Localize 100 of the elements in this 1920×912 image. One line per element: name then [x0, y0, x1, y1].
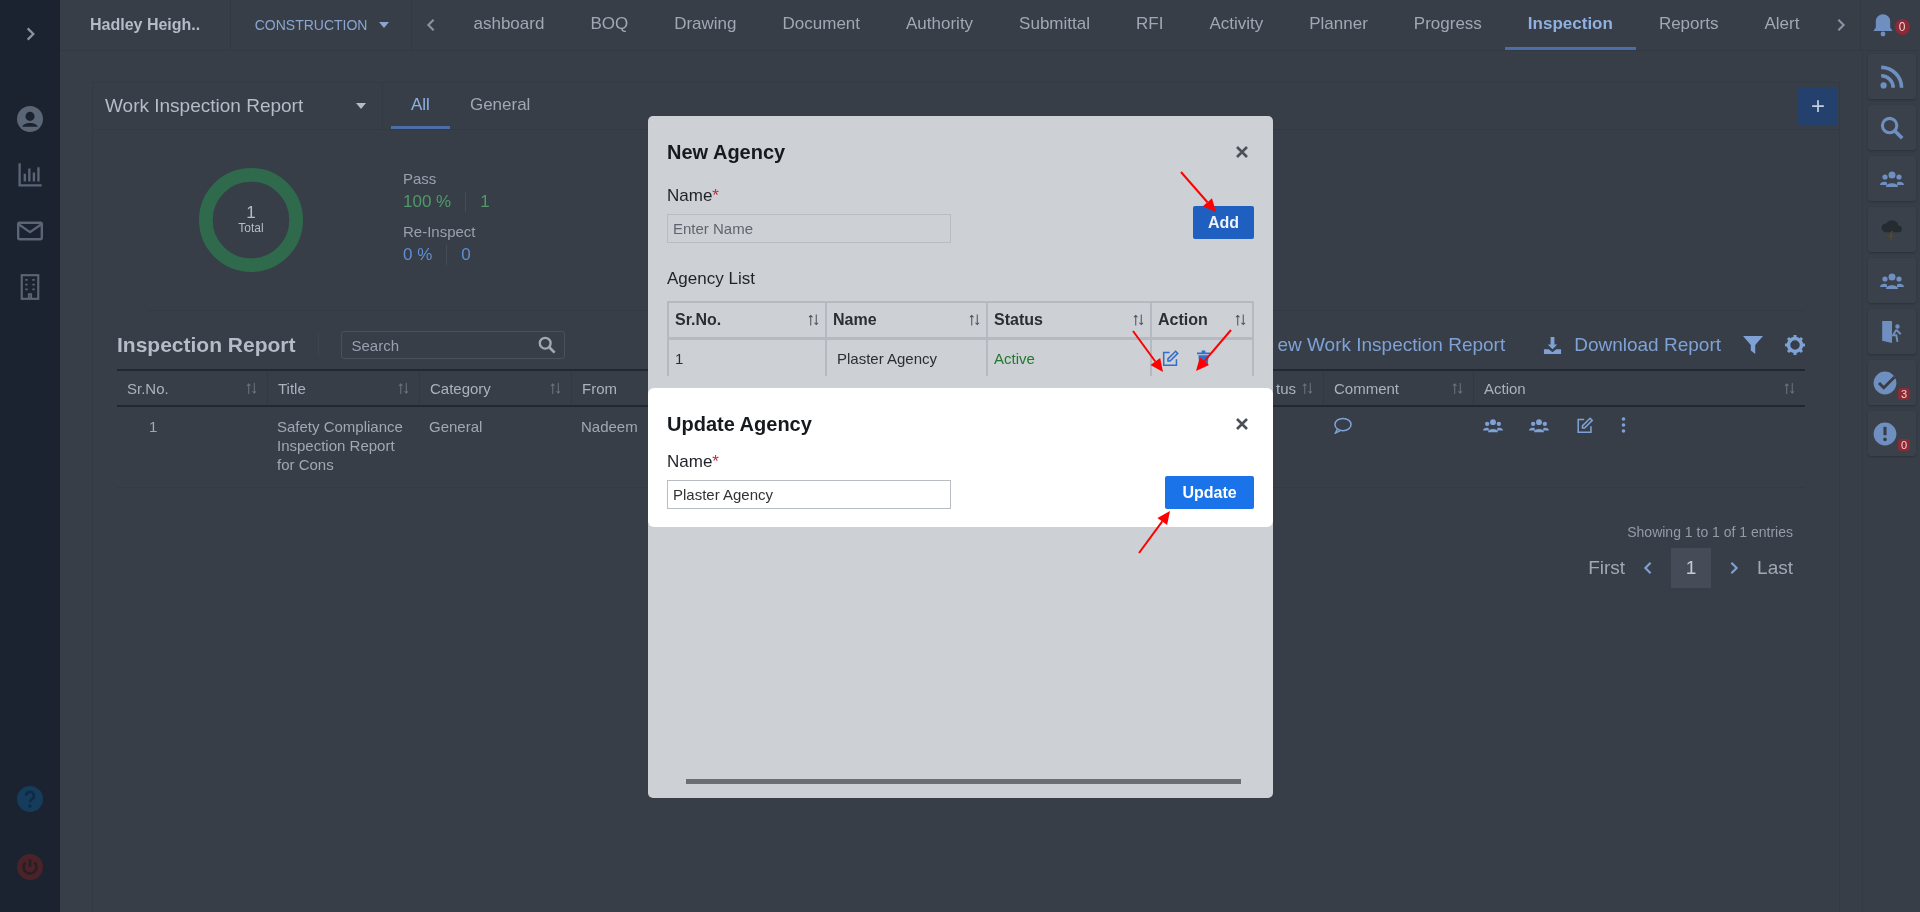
- caret-icon: [379, 22, 390, 28]
- nav-tab[interactable]: Inspection: [1504, 0, 1636, 50]
- add-button[interactable]: +: [1798, 87, 1838, 125]
- annotation-arrow: [1180, 171, 1216, 212]
- users-icon[interactable]: [1483, 417, 1503, 434]
- field-label: Name: [667, 186, 713, 205]
- table-cell: Plaster Agency: [837, 349, 938, 367]
- rail-button[interactable]: [1867, 156, 1916, 201]
- sort-icon[interactable]: [246, 381, 257, 395]
- rail-button[interactable]: [1867, 309, 1916, 354]
- column-header: Category: [430, 379, 491, 397]
- nav-tab[interactable]: Document: [759, 0, 883, 50]
- name-field[interactable]: Enter Name: [667, 214, 951, 243]
- bell-icon[interactable]: [1871, 13, 1894, 37]
- nav-tab[interactable]: Progress: [1390, 0, 1505, 50]
- download-link[interactable]: Download Report: [1574, 334, 1721, 356]
- annotation-arrow: [1196, 329, 1232, 371]
- scrollbar[interactable]: [686, 779, 1241, 784]
- count-badge: 0: [1894, 19, 1910, 35]
- download-icon[interactable]: [1543, 335, 1563, 355]
- settings-icon[interactable]: [1785, 335, 1805, 355]
- speech-bubble-icon[interactable]: [1333, 417, 1353, 434]
- edit-icon[interactable]: [1575, 417, 1595, 434]
- rss-icon[interactable]: [1879, 64, 1904, 89]
- field-label: Name: [667, 452, 713, 471]
- stat-percent: 100 %: [403, 191, 467, 212]
- user-icon[interactable]: [17, 106, 43, 132]
- sort-icon[interactable]: [1784, 381, 1795, 395]
- check-circle-icon[interactable]: [1872, 370, 1897, 395]
- sort-icon[interactable]: [398, 381, 409, 395]
- page-button[interactable]: 1: [1671, 548, 1712, 588]
- new-report-link[interactable]: ew Work Inspection Report: [1277, 334, 1506, 356]
- column-header: Status: [994, 311, 1043, 329]
- filter-tab[interactable]: All: [391, 83, 450, 129]
- section-title: Inspection Report: [117, 333, 319, 357]
- entries-summary: Showing 1 to 1 of 1 entries: [1627, 524, 1793, 540]
- search-input[interactable]: Search: [349, 335, 534, 355]
- table-cell: General: [429, 418, 483, 435]
- column-header: Name: [833, 311, 877, 329]
- sort-icon[interactable]: [550, 381, 561, 395]
- module-dropdown[interactable]: CONSTRUCTION: [229, 0, 413, 50]
- column-header: Action: [1158, 311, 1208, 329]
- close-icon[interactable]: [1236, 418, 1248, 430]
- list-title: Agency List: [667, 269, 756, 289]
- table-cell-text: Safety Compliance Inspection Report for Cons: [277, 417, 404, 474]
- door-exit-icon[interactable]: [1879, 319, 1904, 344]
- table-cell: 1: [675, 349, 684, 367]
- status-text: Active: [994, 349, 1035, 367]
- stat-count: 1: [479, 191, 490, 212]
- stat-label: Re-Inspect: [403, 222, 477, 240]
- dialog-title: New Agency: [667, 140, 786, 164]
- stat-percent: 0 %: [403, 244, 448, 265]
- rail-button[interactable]: [1867, 54, 1916, 99]
- nav-tab[interactable]: Authority: [883, 0, 997, 50]
- sort-icon[interactable]: [969, 313, 980, 327]
- search-icon[interactable]: [1879, 115, 1904, 140]
- nav-tab[interactable]: Reports: [1635, 0, 1742, 50]
- sort-icon[interactable]: [1452, 381, 1463, 395]
- more-icon[interactable]: [1621, 417, 1626, 433]
- column-header: Sr.No.: [675, 311, 722, 329]
- nav-tab[interactable]: Activity: [1186, 0, 1287, 50]
- annotation-arrow: [1132, 330, 1163, 372]
- nav-tab[interactable]: ashboard: [450, 0, 568, 50]
- nav-tab[interactable]: Drawing: [651, 0, 760, 50]
- report-type-dropdown[interactable]: Work Inspection Report: [93, 83, 383, 129]
- name-field[interactable]: Plaster Agency: [667, 480, 951, 509]
- caret-icon: [356, 103, 366, 109]
- filter-icon[interactable]: [1743, 335, 1763, 355]
- exclamation-circle-icon[interactable]: [1872, 421, 1897, 446]
- bar-chart-icon[interactable]: [17, 162, 43, 188]
- edit-icon[interactable]: [1162, 349, 1179, 367]
- search-icon: [537, 336, 556, 354]
- first-page-button[interactable]: First: [1588, 557, 1626, 579]
- rail-button[interactable]: 0: [1867, 411, 1916, 456]
- nav-tab[interactable]: RFI: [1113, 0, 1187, 50]
- nav-tab[interactable]: Planner: [1286, 0, 1391, 50]
- sort-icon[interactable]: [1133, 313, 1144, 327]
- sort-icon[interactable]: [808, 313, 819, 327]
- add-button[interactable]: Add: [1193, 206, 1254, 239]
- update-button[interactable]: Update: [1165, 476, 1254, 509]
- dialog-title: Update Agency: [667, 412, 812, 436]
- count-badge: 0: [1897, 439, 1911, 451]
- close-icon[interactable]: [1236, 146, 1248, 158]
- team-icon[interactable]: [1529, 417, 1549, 434]
- nav-tab[interactable]: Submittal: [996, 0, 1113, 50]
- rail-button[interactable]: [1867, 105, 1916, 150]
- column-header: Sr.No.: [127, 379, 169, 397]
- filter-tab[interactable]: General: [449, 83, 551, 129]
- total-count: 1: [246, 205, 256, 221]
- rail-button[interactable]: [1867, 258, 1916, 303]
- stat-count: 0: [460, 244, 471, 265]
- nav-tab[interactable]: Alert: [1741, 0, 1823, 50]
- project-name: Hadley Heigh..: [89, 16, 202, 34]
- nav-tab[interactable]: BOQ: [567, 0, 652, 50]
- rail-button[interactable]: 3: [1867, 360, 1916, 405]
- sort-icon[interactable]: [1302, 381, 1313, 395]
- search-field[interactable]: Search: [340, 331, 565, 359]
- last-page-button[interactable]: Last: [1757, 557, 1793, 579]
- count-badge: 3: [1897, 388, 1911, 400]
- sort-icon[interactable]: [1235, 313, 1246, 327]
